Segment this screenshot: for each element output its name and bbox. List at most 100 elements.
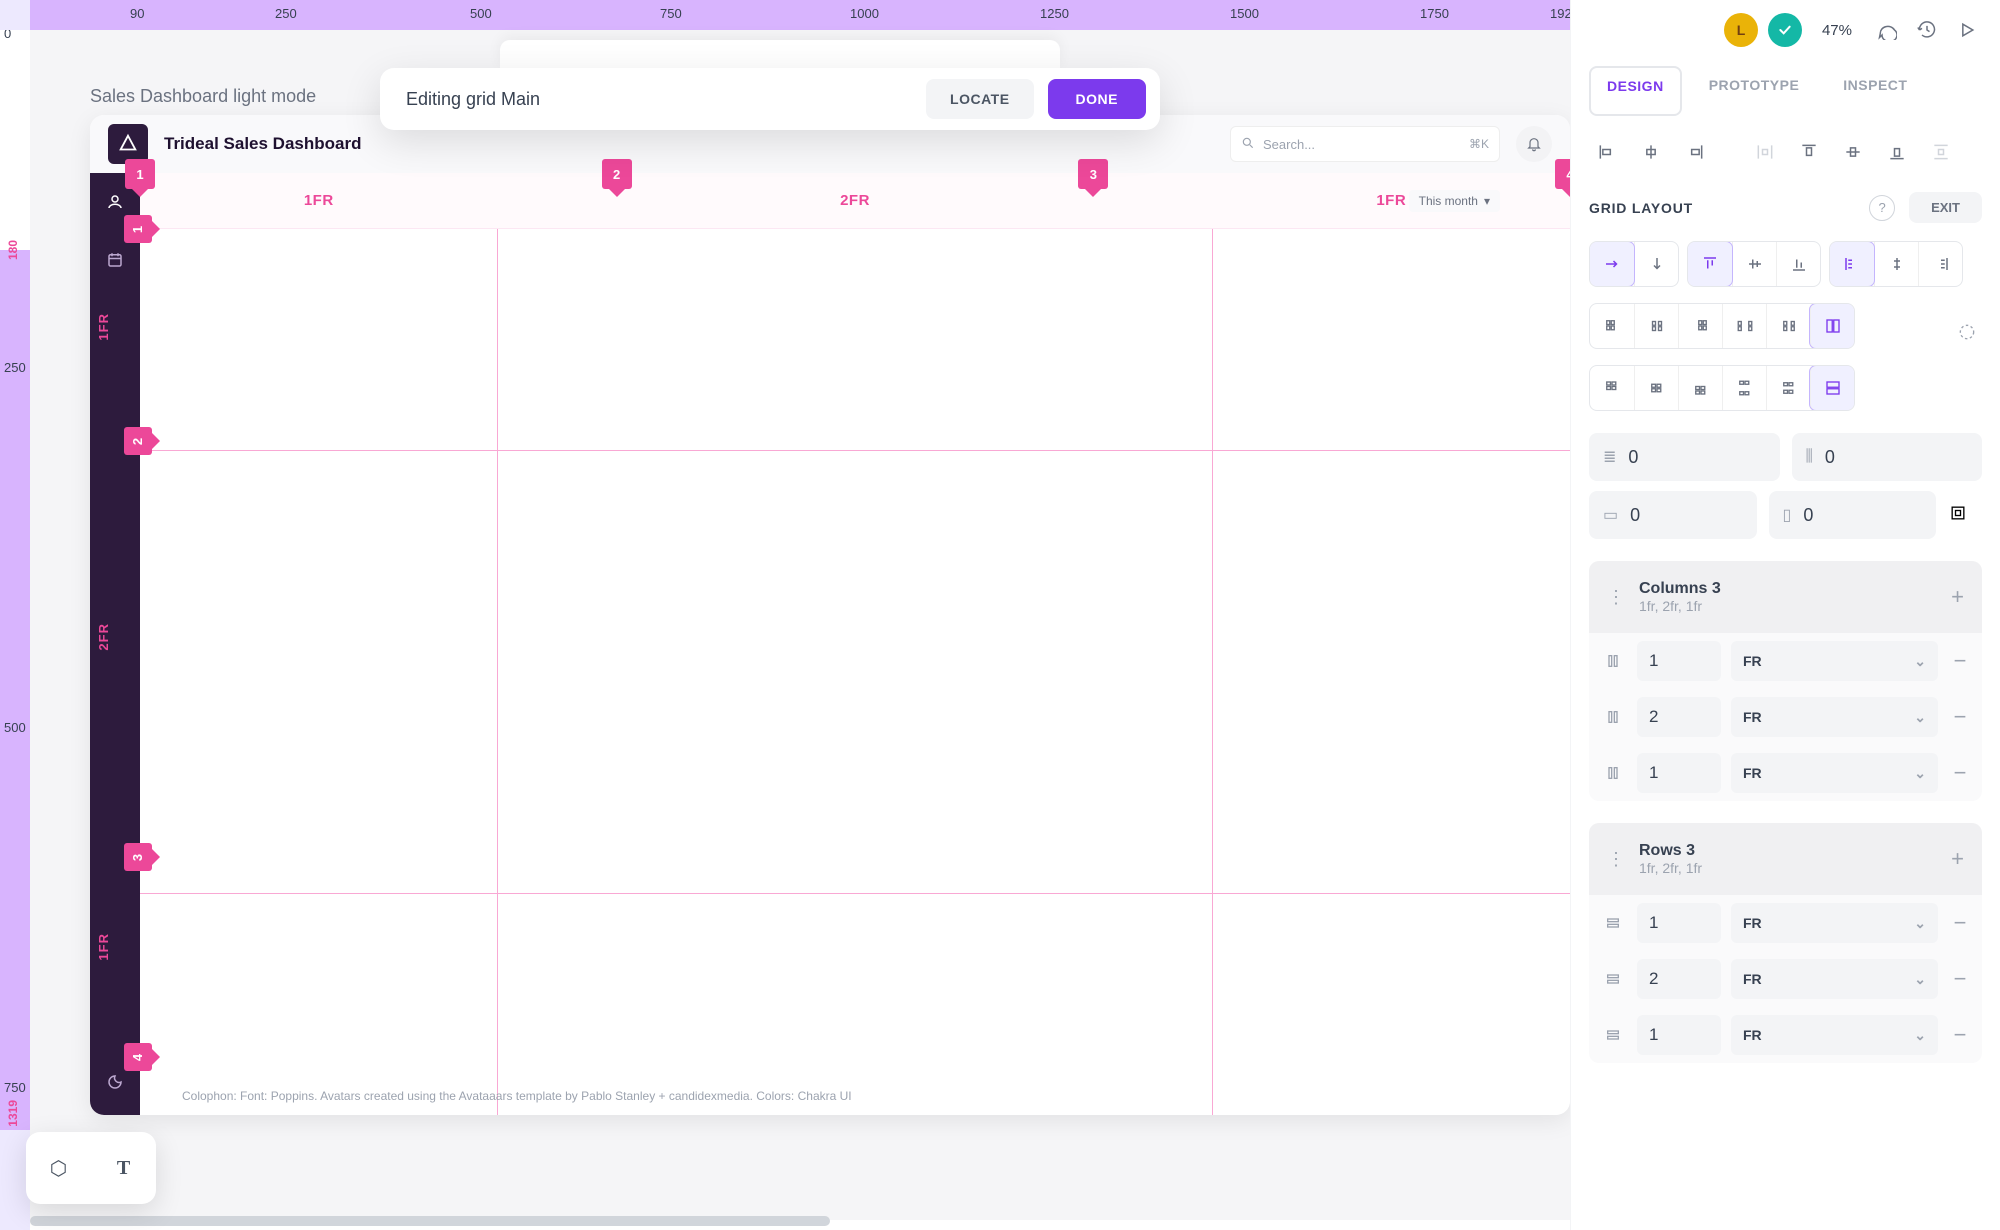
app-frame: Trideal Sales Dashboard Search... ⌘K — [90, 115, 1570, 1115]
row-marker[interactable]: 1 — [124, 215, 152, 243]
month-dropdown[interactable]: This month ▾ — [1409, 190, 1500, 212]
padding-h-input[interactable]: ▯ 0 — [1769, 491, 1937, 539]
align-top-icon[interactable] — [1795, 142, 1823, 162]
tab-design[interactable]: DESIGN — [1589, 66, 1682, 116]
add-row-button[interactable]: + — [1951, 846, 1964, 872]
col-marker[interactable]: 1 — [125, 159, 155, 189]
ac-col-center-icon[interactable] — [1634, 304, 1678, 348]
track-unit-select[interactable]: FR⌄ — [1731, 753, 1938, 793]
row-marker[interactable]: 2 — [124, 427, 152, 455]
ruler-vertical[interactable]: 0 180 250 500 750 1319 — [0, 30, 30, 1230]
frame-label[interactable]: Sales Dashboard light mode — [90, 86, 316, 107]
ac-col-between-icon[interactable] — [1722, 304, 1766, 348]
ac-row-start-icon[interactable] — [1590, 366, 1634, 410]
col-marker[interactable]: 3 — [1078, 159, 1108, 189]
expand-padding-icon[interactable] — [1948, 503, 1982, 528]
locate-button[interactable]: LOCATE — [926, 79, 1034, 119]
ac-col-stretch-icon[interactable] — [1810, 304, 1854, 348]
align-items-group — [1687, 241, 1821, 287]
search-input[interactable]: Search... ⌘K — [1230, 126, 1500, 162]
play-icon[interactable] — [1952, 15, 1982, 45]
drag-handle-icon[interactable]: ⋮ — [1607, 849, 1625, 870]
justify-start-icon[interactable] — [1830, 242, 1874, 286]
align-items-start-icon[interactable] — [1688, 242, 1732, 286]
exit-button[interactable]: EXIT — [1909, 192, 1982, 223]
align-hcenter-icon[interactable] — [1637, 142, 1665, 162]
track-value-input[interactable]: 2 — [1637, 959, 1721, 999]
track-unit-select[interactable]: FR⌄ — [1731, 959, 1938, 999]
remove-track-button[interactable]: − — [1948, 966, 1972, 992]
sync-status-icon[interactable] — [1768, 13, 1802, 47]
canvas[interactable]: Sales Dashboard light mode Trideal Sales… — [30, 30, 1570, 1220]
row-marker[interactable]: 3 — [124, 843, 152, 871]
align-right-icon[interactable] — [1681, 142, 1709, 162]
align-row — [1589, 130, 1982, 174]
remove-track-button[interactable]: − — [1948, 760, 1972, 786]
track-value-input[interactable]: 2 — [1637, 697, 1721, 737]
padding-v-input[interactable]: ▭ 0 — [1589, 491, 1757, 539]
align-items-center-icon[interactable] — [1732, 242, 1776, 286]
remove-track-button[interactable]: − — [1948, 910, 1972, 936]
ac-row-between-icon[interactable] — [1722, 366, 1766, 410]
sidebar-theme-icon[interactable] — [104, 1071, 126, 1093]
canvas-scrollbar[interactable] — [30, 1216, 830, 1226]
user-avatar[interactable]: L — [1724, 13, 1758, 47]
comments-icon[interactable] — [1872, 15, 1902, 45]
track-value-input[interactable]: 1 — [1637, 1015, 1721, 1055]
track-unit-select[interactable]: FR⌄ — [1731, 1015, 1938, 1055]
notifications-button[interactable] — [1516, 126, 1552, 162]
editing-bar-text: Editing grid Main — [406, 89, 912, 110]
row-gap-input[interactable]: ≣ 0 — [1589, 433, 1780, 481]
ac-col-end-icon[interactable] — [1678, 304, 1722, 348]
text-tool-icon[interactable]: T — [106, 1150, 142, 1186]
distribute-h-icon[interactable] — [1751, 142, 1779, 162]
remove-track-button[interactable]: − — [1948, 648, 1972, 674]
tab-prototype[interactable]: PROTOTYPE — [1692, 66, 1817, 116]
drag-handle-icon[interactable]: ⋮ — [1607, 587, 1625, 608]
track-value-input[interactable]: 1 — [1637, 903, 1721, 943]
remove-track-button[interactable]: − — [1948, 704, 1972, 730]
grid-cells[interactable] — [140, 229, 1570, 1115]
track-value-input[interactable]: 1 — [1637, 753, 1721, 793]
grid-area[interactable]: 1 2 3 4 1FR 2FR 1FR This month ▾ 1 1FR 2 — [140, 173, 1570, 1115]
sidebar-people-icon[interactable] — [104, 191, 126, 213]
ac-col-around-icon[interactable] — [1766, 304, 1810, 348]
ac-row-stretch-icon[interactable] — [1810, 366, 1854, 410]
track-unit-select[interactable]: FR⌄ — [1731, 697, 1938, 737]
align-bottom-icon[interactable] — [1883, 142, 1911, 162]
reset-alignment-icon[interactable] — [1952, 322, 1982, 342]
align-vcenter-icon[interactable] — [1839, 142, 1867, 162]
col-gap-input[interactable]: ⫼ 0 — [1792, 433, 1983, 481]
col-marker[interactable]: 2 — [602, 159, 632, 189]
history-icon[interactable] — [1912, 15, 1942, 45]
align-left-icon[interactable] — [1593, 142, 1621, 162]
done-button[interactable]: DONE — [1048, 79, 1146, 119]
flow-col-icon[interactable] — [1634, 242, 1678, 286]
tab-inspect[interactable]: INSPECT — [1826, 66, 1924, 116]
track-value-input[interactable]: 1 — [1637, 641, 1721, 681]
col-marker[interactable]: 4 — [1555, 159, 1570, 189]
columns-section: ⋮ Columns 3 1fr, 2fr, 1fr + 1 FR⌄ − 2 FR… — [1589, 561, 1982, 801]
app-logo-icon — [108, 124, 148, 164]
zoom-level[interactable]: 47% — [1822, 22, 1852, 39]
distribute-v-icon[interactable] — [1927, 142, 1955, 162]
ac-col-start-icon[interactable] — [1590, 304, 1634, 348]
add-column-button[interactable]: + — [1951, 584, 1964, 610]
chevron-down-icon: ⌄ — [1914, 971, 1926, 988]
justify-center-icon[interactable] — [1874, 242, 1918, 286]
track-unit-select[interactable]: FR⌄ — [1731, 903, 1938, 943]
shape-tool-icon[interactable]: ⬡ — [41, 1150, 77, 1186]
ac-row-around-icon[interactable] — [1766, 366, 1810, 410]
help-icon[interactable]: ? — [1869, 195, 1895, 221]
ac-row-center-icon[interactable] — [1634, 366, 1678, 410]
track-unit-select[interactable]: FR⌄ — [1731, 641, 1938, 681]
remove-track-button[interactable]: − — [1948, 1022, 1972, 1048]
row-marker[interactable]: 4 — [124, 1043, 152, 1071]
flow-row-icon[interactable] — [1590, 242, 1634, 286]
ac-row-end-icon[interactable] — [1678, 366, 1722, 410]
column-track-row: 2 FR⌄ − — [1589, 689, 1982, 745]
sidebar-calendar-icon[interactable] — [104, 249, 126, 271]
justify-end-icon[interactable] — [1918, 242, 1962, 286]
rows-subtitle: 1fr, 2fr, 1fr — [1639, 860, 1937, 876]
align-items-end-icon[interactable] — [1776, 242, 1820, 286]
